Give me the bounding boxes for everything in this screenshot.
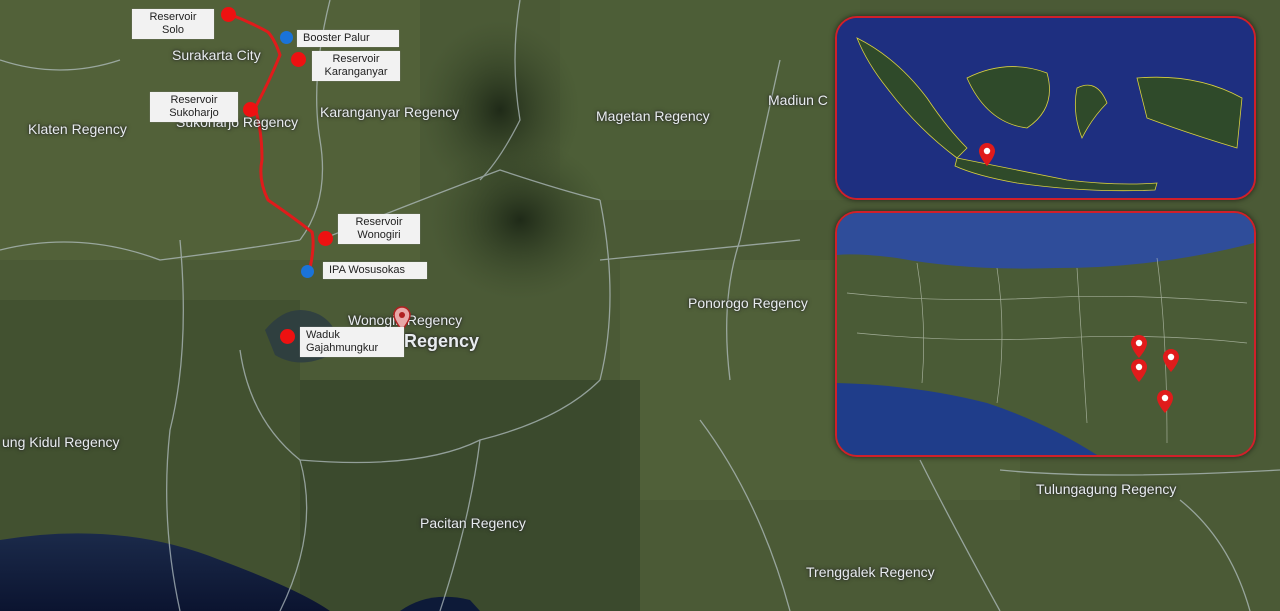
indonesia-location-pin-icon[interactable] — [977, 142, 997, 168]
java-pin-4-icon[interactable] — [1155, 389, 1175, 415]
ipa-wosusokas-marker[interactable] — [301, 265, 314, 278]
region-wonogiri-large: Regency — [404, 331, 480, 351]
region-tulungagung: Tulungagung Regency — [1036, 481, 1177, 497]
booster-palur-marker[interactable] — [280, 31, 293, 44]
region-gunungkidul: ung Kidul Regency — [2, 434, 120, 450]
java-pin-3-icon[interactable] — [1129, 358, 1149, 384]
label-line: Solo — [161, 24, 185, 36]
label-line: Sukoharjo — [169, 107, 219, 119]
inset-java-map[interactable] — [835, 211, 1256, 457]
label-line: Wonogiri — [357, 229, 401, 241]
label-waduk-gajahmungkur: Waduk Gajahmungkur — [300, 327, 404, 357]
indonesia-islands-graphic — [837, 18, 1254, 198]
java-region-graphic — [837, 213, 1254, 455]
region-madiun: Madiun C — [768, 92, 828, 108]
label-booster-palur: Booster Palur — [297, 30, 399, 47]
reservoir-wonogiri-marker[interactable] — [318, 231, 333, 246]
label-line: Gajahmungkur — [306, 342, 379, 354]
label-line: Reservoir — [332, 53, 380, 65]
label-line: Waduk — [306, 329, 340, 341]
label-reservoir-karanganyar: Reservoir Karanganyar — [312, 51, 400, 81]
region-ponorogo: Ponorogo Regency — [688, 295, 808, 311]
region-trenggalek: Trenggalek Regency — [806, 564, 935, 580]
waduk-gajahmungkur-marker[interactable] — [280, 329, 295, 344]
reservoir-sukoharjo-marker[interactable] — [243, 102, 258, 117]
label-reservoir-sukoharjo: Reservoir Sukoharjo — [150, 92, 238, 122]
label-line: Reservoir — [149, 11, 197, 23]
inset-indonesia-map[interactable] — [835, 16, 1256, 200]
region-pacitan: Pacitan Regency — [420, 515, 526, 531]
label-reservoir-wonogiri: Reservoir Wonogiri — [338, 214, 420, 244]
reservoir-solo-marker[interactable] — [221, 7, 236, 22]
label-ipa-wosusokas: IPA Wosusokas — [323, 262, 427, 279]
label-line: Reservoir — [355, 216, 403, 228]
reservoir-karanganyar-marker[interactable] — [291, 52, 306, 67]
region-surakarta-city: Surakarta City — [172, 47, 261, 63]
label-line: Reservoir — [170, 94, 218, 106]
label-line: Karanganyar — [324, 66, 388, 78]
region-karanganyar: Karanganyar Regency — [320, 104, 460, 120]
region-magetan: Magetan Regency — [596, 108, 710, 124]
java-pin-1-icon[interactable] — [1129, 334, 1149, 360]
label-reservoir-solo: Reservoir Solo — [132, 9, 214, 39]
java-pin-2-icon[interactable] — [1161, 348, 1181, 374]
region-klaten: Klaten Regency — [28, 121, 127, 137]
